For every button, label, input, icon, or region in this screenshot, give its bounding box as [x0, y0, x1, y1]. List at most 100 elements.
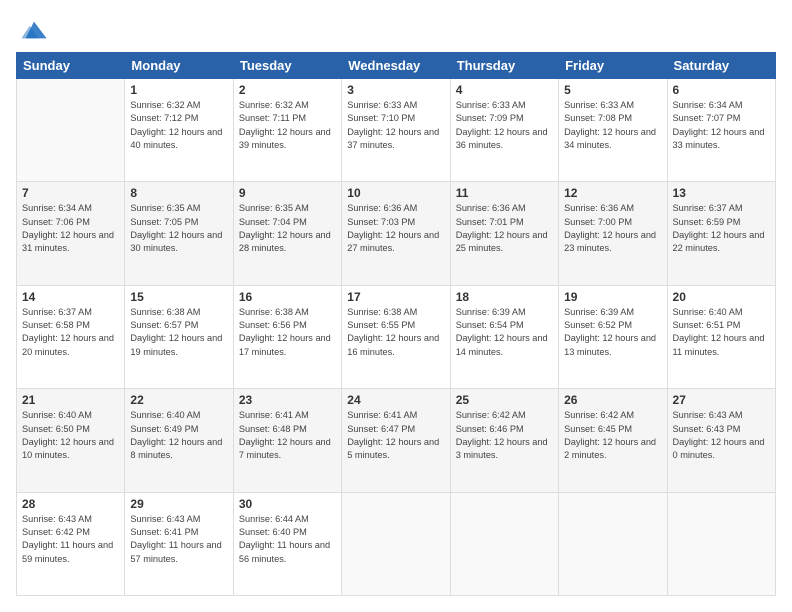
day-info: Sunrise: 6:40 AMSunset: 6:49 PMDaylight:…: [130, 409, 227, 462]
day-info: Sunrise: 6:37 AMSunset: 6:59 PMDaylight:…: [673, 202, 770, 255]
calendar-cell: 13Sunrise: 6:37 AMSunset: 6:59 PMDayligh…: [667, 182, 775, 285]
calendar-cell: 24 Sunrise: 6:41 AMSunset: 6:47 PMDayligh…: [342, 389, 450, 492]
day-number: 7: [22, 186, 119, 200]
day-info: Sunrise: 6:32 AMSunset: 7:11 PMDaylight:…: [239, 99, 336, 152]
calendar-cell: [450, 492, 558, 595]
weekday-friday: Friday: [559, 53, 667, 79]
calendar-cell: 12Sunrise: 6:36 AMSunset: 7:00 PMDayligh…: [559, 182, 667, 285]
day-info: Sunrise: 6:43 AMSunset: 6:41 PMDaylight:…: [130, 513, 227, 566]
calendar-cell: 28 Sunrise: 6:43 AMSunset: 6:42 PMDayligh…: [17, 492, 125, 595]
day-number: 27: [673, 393, 770, 407]
calendar-cell: 15 Sunrise: 6:38 AMSunset: 6:57 PMDayligh…: [125, 285, 233, 388]
calendar-cell: 18 Sunrise: 6:39 AMSunset: 6:54 PMDayligh…: [450, 285, 558, 388]
day-number: 20: [673, 290, 770, 304]
day-number: 19: [564, 290, 661, 304]
day-number: 1: [130, 83, 227, 97]
day-info: Sunrise: 6:40 AMSunset: 6:50 PMDaylight:…: [22, 409, 119, 462]
day-number: 4: [456, 83, 553, 97]
day-number: 30: [239, 497, 336, 511]
day-number: 10: [347, 186, 444, 200]
calendar-week-3: 14Sunrise: 6:37 AMSunset: 6:58 PMDayligh…: [17, 285, 776, 388]
weekday-monday: Monday: [125, 53, 233, 79]
day-number: 22: [130, 393, 227, 407]
day-info: Sunrise: 6:44 AMSunset: 6:40 PMDaylight:…: [239, 513, 336, 566]
logo-icon: [20, 16, 48, 44]
day-info: Sunrise: 6:43 AMSunset: 6:42 PMDaylight:…: [22, 513, 119, 566]
calendar-cell: 9 Sunrise: 6:35 AMSunset: 7:04 PMDaylight…: [233, 182, 341, 285]
day-info: Sunrise: 6:34 AMSunset: 7:07 PMDaylight:…: [673, 99, 770, 152]
page: SundayMondayTuesdayWednesdayThursdayFrid…: [0, 0, 792, 612]
day-number: 15: [130, 290, 227, 304]
day-number: 23: [239, 393, 336, 407]
calendar-cell: 6 Sunrise: 6:34 AMSunset: 7:07 PMDaylight…: [667, 79, 775, 182]
calendar-week-2: 7 Sunrise: 6:34 AMSunset: 7:06 PMDaylight…: [17, 182, 776, 285]
day-info: Sunrise: 6:36 AMSunset: 7:00 PMDaylight:…: [564, 202, 661, 255]
day-info: Sunrise: 6:32 AMSunset: 7:12 PMDaylight:…: [130, 99, 227, 152]
calendar-cell: [342, 492, 450, 595]
day-number: 3: [347, 83, 444, 97]
calendar-cell: 20 Sunrise: 6:40 AMSunset: 6:51 PMDayligh…: [667, 285, 775, 388]
day-info: Sunrise: 6:35 AMSunset: 7:05 PMDaylight:…: [130, 202, 227, 255]
calendar-week-5: 28 Sunrise: 6:43 AMSunset: 6:42 PMDayligh…: [17, 492, 776, 595]
weekday-tuesday: Tuesday: [233, 53, 341, 79]
day-number: 16: [239, 290, 336, 304]
calendar-cell: 14Sunrise: 6:37 AMSunset: 6:58 PMDayligh…: [17, 285, 125, 388]
calendar-cell: 11Sunrise: 6:36 AMSunset: 7:01 PMDayligh…: [450, 182, 558, 285]
day-number: 2: [239, 83, 336, 97]
calendar-cell: 26 Sunrise: 6:42 AMSunset: 6:45 PMDayligh…: [559, 389, 667, 492]
day-number: 29: [130, 497, 227, 511]
day-number: 28: [22, 497, 119, 511]
day-info: Sunrise: 6:41 AMSunset: 6:47 PMDaylight:…: [347, 409, 444, 462]
calendar-cell: 8Sunrise: 6:35 AMSunset: 7:05 PMDaylight…: [125, 182, 233, 285]
day-info: Sunrise: 6:40 AMSunset: 6:51 PMDaylight:…: [673, 306, 770, 359]
day-info: Sunrise: 6:33 AMSunset: 7:08 PMDaylight:…: [564, 99, 661, 152]
day-info: Sunrise: 6:34 AMSunset: 7:06 PMDaylight:…: [22, 202, 119, 255]
weekday-thursday: Thursday: [450, 53, 558, 79]
day-info: Sunrise: 6:43 AMSunset: 6:43 PMDaylight:…: [673, 409, 770, 462]
weekday-saturday: Saturday: [667, 53, 775, 79]
logo: [16, 16, 48, 44]
day-info: Sunrise: 6:33 AMSunset: 7:09 PMDaylight:…: [456, 99, 553, 152]
day-info: Sunrise: 6:33 AMSunset: 7:10 PMDaylight:…: [347, 99, 444, 152]
weekday-sunday: Sunday: [17, 53, 125, 79]
calendar-week-1: 1 Sunrise: 6:32 AMSunset: 7:12 PMDaylight…: [17, 79, 776, 182]
calendar-cell: [17, 79, 125, 182]
day-info: Sunrise: 6:41 AMSunset: 6:48 PMDaylight:…: [239, 409, 336, 462]
day-number: 24: [347, 393, 444, 407]
day-info: Sunrise: 6:42 AMSunset: 6:46 PMDaylight:…: [456, 409, 553, 462]
calendar-cell: 25 Sunrise: 6:42 AMSunset: 6:46 PMDayligh…: [450, 389, 558, 492]
calendar-cell: 30 Sunrise: 6:44 AMSunset: 6:40 PMDayligh…: [233, 492, 341, 595]
calendar-cell: 3 Sunrise: 6:33 AMSunset: 7:10 PMDaylight…: [342, 79, 450, 182]
day-info: Sunrise: 6:38 AMSunset: 6:56 PMDaylight:…: [239, 306, 336, 359]
calendar-cell: 1 Sunrise: 6:32 AMSunset: 7:12 PMDaylight…: [125, 79, 233, 182]
header: [16, 16, 776, 44]
day-number: 18: [456, 290, 553, 304]
day-number: 26: [564, 393, 661, 407]
calendar-cell: [559, 492, 667, 595]
day-number: 14: [22, 290, 119, 304]
calendar-cell: 21Sunrise: 6:40 AMSunset: 6:50 PMDayligh…: [17, 389, 125, 492]
day-info: Sunrise: 6:42 AMSunset: 6:45 PMDaylight:…: [564, 409, 661, 462]
day-info: Sunrise: 6:38 AMSunset: 6:57 PMDaylight:…: [130, 306, 227, 359]
weekday-header-row: SundayMondayTuesdayWednesdayThursdayFrid…: [17, 53, 776, 79]
day-info: Sunrise: 6:39 AMSunset: 6:54 PMDaylight:…: [456, 306, 553, 359]
calendar-cell: 16 Sunrise: 6:38 AMSunset: 6:56 PMDayligh…: [233, 285, 341, 388]
calendar-cell: 2 Sunrise: 6:32 AMSunset: 7:11 PMDaylight…: [233, 79, 341, 182]
day-number: 9: [239, 186, 336, 200]
calendar-cell: 5 Sunrise: 6:33 AMSunset: 7:08 PMDaylight…: [559, 79, 667, 182]
day-info: Sunrise: 6:35 AMSunset: 7:04 PMDaylight:…: [239, 202, 336, 255]
day-info: Sunrise: 6:38 AMSunset: 6:55 PMDaylight:…: [347, 306, 444, 359]
calendar-cell: 17 Sunrise: 6:38 AMSunset: 6:55 PMDayligh…: [342, 285, 450, 388]
calendar-cell: 10 Sunrise: 6:36 AMSunset: 7:03 PMDayligh…: [342, 182, 450, 285]
calendar-cell: 29 Sunrise: 6:43 AMSunset: 6:41 PMDayligh…: [125, 492, 233, 595]
calendar-cell: 23 Sunrise: 6:41 AMSunset: 6:48 PMDayligh…: [233, 389, 341, 492]
calendar-table: SundayMondayTuesdayWednesdayThursdayFrid…: [16, 52, 776, 596]
day-number: 25: [456, 393, 553, 407]
day-number: 5: [564, 83, 661, 97]
weekday-wednesday: Wednesday: [342, 53, 450, 79]
calendar-cell: 22 Sunrise: 6:40 AMSunset: 6:49 PMDayligh…: [125, 389, 233, 492]
day-info: Sunrise: 6:36 AMSunset: 7:03 PMDaylight:…: [347, 202, 444, 255]
day-number: 6: [673, 83, 770, 97]
calendar-cell: 27 Sunrise: 6:43 AMSunset: 6:43 PMDayligh…: [667, 389, 775, 492]
day-number: 17: [347, 290, 444, 304]
